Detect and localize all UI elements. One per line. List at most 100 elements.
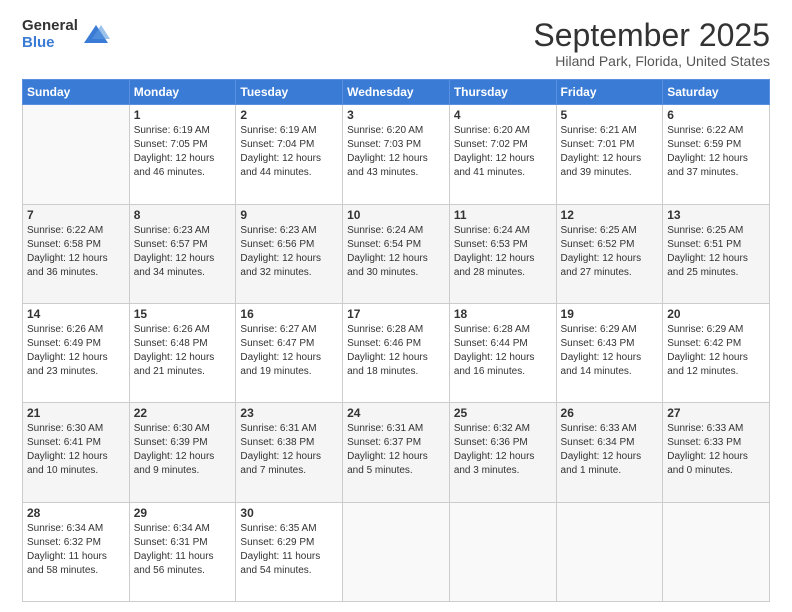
day-info: Sunrise: 6:31 AM Sunset: 6:38 PM Dayligh… xyxy=(240,422,338,478)
table-row: 23 Sunrise: 6:31 AM Sunset: 6:38 PM Dayli… xyxy=(236,403,343,502)
day-number: 9 xyxy=(240,208,338,222)
table-row: 2Sunrise: 6:19 AM Sunset: 7:04 PM Daylig… xyxy=(236,105,343,204)
logo-blue: Blue xyxy=(22,35,78,52)
table-row: 15 Sunrise: 6:26 AM Sunset: 6:48 PM Dayli… xyxy=(129,303,236,402)
header-tuesday: Tuesday xyxy=(236,80,343,105)
day-number: 16 xyxy=(240,307,338,321)
table-row: 25 Sunrise: 6:32 AM Sunset: 6:36 PM Dayli… xyxy=(449,403,556,502)
day-info: Sunrise: 6:30 AM Sunset: 6:39 PM Dayligh… xyxy=(134,422,232,478)
table-row: 22 Sunrise: 6:30 AM Sunset: 6:39 PM Dayli… xyxy=(129,403,236,502)
table-row: 1 Sunrise: 6:19 AM Sunset: 7:05 PM Daylig… xyxy=(129,105,236,204)
day-number: 3 xyxy=(347,108,445,122)
day-number: 20 xyxy=(667,307,765,321)
table-row: 20Sunrise: 6:29 AM Sunset: 6:42 PM Dayli… xyxy=(663,303,770,402)
day-info: Sunrise: 6:22 AM Sunset: 6:58 PM Dayligh… xyxy=(27,224,125,280)
day-info: Sunrise: 6:26 AM Sunset: 6:48 PM Dayligh… xyxy=(134,323,232,379)
day-info: Sunrise: 6:30 AM Sunset: 6:41 PM Dayligh… xyxy=(27,422,125,478)
day-info: Sunrise: 6:28 AM Sunset: 6:44 PM Dayligh… xyxy=(454,323,552,379)
table-row: 17 Sunrise: 6:28 AM Sunset: 6:46 PM Dayli… xyxy=(343,303,450,402)
day-number: 29 xyxy=(134,506,232,520)
day-number: 2 xyxy=(240,108,338,122)
main-title: September 2025 xyxy=(533,18,770,53)
day-number: 27 xyxy=(667,406,765,420)
day-number: 30 xyxy=(240,506,338,520)
day-info: Sunrise: 6:28 AM Sunset: 6:46 PM Dayligh… xyxy=(347,323,445,379)
day-number: 19 xyxy=(561,307,659,321)
day-number: 26 xyxy=(561,406,659,420)
day-number: 4 xyxy=(454,108,552,122)
table-row xyxy=(556,502,663,601)
day-info: Sunrise: 6:31 AM Sunset: 6:37 PM Dayligh… xyxy=(347,422,445,478)
day-info: Sunrise: 6:19 AM Sunset: 7:05 PM Dayligh… xyxy=(134,124,232,180)
day-info: Sunrise: 6:32 AM Sunset: 6:36 PM Dayligh… xyxy=(454,422,552,478)
day-info: Sunrise: 6:26 AM Sunset: 6:49 PM Dayligh… xyxy=(27,323,125,379)
day-info: Sunrise: 6:20 AM Sunset: 7:02 PM Dayligh… xyxy=(454,124,552,180)
day-info: Sunrise: 6:24 AM Sunset: 6:54 PM Dayligh… xyxy=(347,224,445,280)
day-info: Sunrise: 6:29 AM Sunset: 6:43 PM Dayligh… xyxy=(561,323,659,379)
table-row: 18 Sunrise: 6:28 AM Sunset: 6:44 PM Dayli… xyxy=(449,303,556,402)
day-info: Sunrise: 6:25 AM Sunset: 6:52 PM Dayligh… xyxy=(561,224,659,280)
title-block: September 2025 Hiland Park, Florida, Uni… xyxy=(533,18,770,69)
day-info: Sunrise: 6:33 AM Sunset: 6:34 PM Dayligh… xyxy=(561,422,659,478)
day-info: Sunrise: 6:24 AM Sunset: 6:53 PM Dayligh… xyxy=(454,224,552,280)
subtitle: Hiland Park, Florida, United States xyxy=(533,53,770,69)
day-number: 8 xyxy=(134,208,232,222)
day-info: Sunrise: 6:33 AM Sunset: 6:33 PM Dayligh… xyxy=(667,422,765,478)
day-number: 23 xyxy=(240,406,338,420)
table-row: 7 Sunrise: 6:22 AM Sunset: 6:58 PM Daylig… xyxy=(23,204,130,303)
day-info: Sunrise: 6:21 AM Sunset: 7:01 PM Dayligh… xyxy=(561,124,659,180)
day-info: Sunrise: 6:34 AM Sunset: 6:31 PM Dayligh… xyxy=(134,522,232,578)
day-number: 10 xyxy=(347,208,445,222)
day-number: 22 xyxy=(134,406,232,420)
calendar-week-row: 1 Sunrise: 6:19 AM Sunset: 7:05 PM Daylig… xyxy=(23,105,770,204)
day-number: 5 xyxy=(561,108,659,122)
day-info: Sunrise: 6:27 AM Sunset: 6:47 PM Dayligh… xyxy=(240,323,338,379)
table-row xyxy=(663,502,770,601)
day-number: 21 xyxy=(27,406,125,420)
header-friday: Friday xyxy=(556,80,663,105)
table-row xyxy=(449,502,556,601)
table-row: 3 Sunrise: 6:20 AM Sunset: 7:03 PM Daylig… xyxy=(343,105,450,204)
day-info: Sunrise: 6:25 AM Sunset: 6:51 PM Dayligh… xyxy=(667,224,765,280)
day-number: 28 xyxy=(27,506,125,520)
day-number: 7 xyxy=(27,208,125,222)
calendar-week-row: 28 Sunrise: 6:34 AM Sunset: 6:32 PM Dayli… xyxy=(23,502,770,601)
day-number: 18 xyxy=(454,307,552,321)
header-thursday: Thursday xyxy=(449,80,556,105)
day-info: Sunrise: 6:34 AM Sunset: 6:32 PM Dayligh… xyxy=(27,522,125,578)
day-number: 11 xyxy=(454,208,552,222)
day-info: Sunrise: 6:22 AM Sunset: 6:59 PM Dayligh… xyxy=(667,124,765,180)
table-row: 19 Sunrise: 6:29 AM Sunset: 6:43 PM Dayli… xyxy=(556,303,663,402)
table-row: 29 Sunrise: 6:34 AM Sunset: 6:31 PM Dayli… xyxy=(129,502,236,601)
table-row: 26 Sunrise: 6:33 AM Sunset: 6:34 PM Dayli… xyxy=(556,403,663,502)
header-monday: Monday xyxy=(129,80,236,105)
calendar-week-row: 14 Sunrise: 6:26 AM Sunset: 6:49 PM Dayli… xyxy=(23,303,770,402)
header-wednesday: Wednesday xyxy=(343,80,450,105)
table-row: 13Sunrise: 6:25 AM Sunset: 6:51 PM Dayli… xyxy=(663,204,770,303)
logo-general: General xyxy=(22,18,78,35)
table-row: 11 Sunrise: 6:24 AM Sunset: 6:53 PM Dayli… xyxy=(449,204,556,303)
table-row: 6Sunrise: 6:22 AM Sunset: 6:59 PM Daylig… xyxy=(663,105,770,204)
table-row: 10 Sunrise: 6:24 AM Sunset: 6:54 PM Dayli… xyxy=(343,204,450,303)
day-info: Sunrise: 6:35 AM Sunset: 6:29 PM Dayligh… xyxy=(240,522,338,578)
table-row xyxy=(23,105,130,204)
day-info: Sunrise: 6:23 AM Sunset: 6:57 PM Dayligh… xyxy=(134,224,232,280)
calendar-week-row: 7 Sunrise: 6:22 AM Sunset: 6:58 PM Daylig… xyxy=(23,204,770,303)
table-row: 9Sunrise: 6:23 AM Sunset: 6:56 PM Daylig… xyxy=(236,204,343,303)
table-row: 27 Sunrise: 6:33 AM Sunset: 6:33 PM Dayli… xyxy=(663,403,770,502)
day-number: 17 xyxy=(347,307,445,321)
day-info: Sunrise: 6:20 AM Sunset: 7:03 PM Dayligh… xyxy=(347,124,445,180)
table-row: 12 Sunrise: 6:25 AM Sunset: 6:52 PM Dayli… xyxy=(556,204,663,303)
table-row: 8 Sunrise: 6:23 AM Sunset: 6:57 PM Daylig… xyxy=(129,204,236,303)
day-number: 15 xyxy=(134,307,232,321)
day-number: 14 xyxy=(27,307,125,321)
table-row: 30 Sunrise: 6:35 AM Sunset: 6:29 PM Dayli… xyxy=(236,502,343,601)
day-number: 1 xyxy=(134,108,232,122)
day-number: 12 xyxy=(561,208,659,222)
weekday-header-row: Sunday Monday Tuesday Wednesday Thursday… xyxy=(23,80,770,105)
table-row: 28 Sunrise: 6:34 AM Sunset: 6:32 PM Dayli… xyxy=(23,502,130,601)
header: General Blue September 2025 Hiland Park,… xyxy=(22,18,770,69)
table-row: 16 Sunrise: 6:27 AM Sunset: 6:47 PM Dayli… xyxy=(236,303,343,402)
calendar-week-row: 21 Sunrise: 6:30 AM Sunset: 6:41 PM Dayli… xyxy=(23,403,770,502)
day-number: 25 xyxy=(454,406,552,420)
